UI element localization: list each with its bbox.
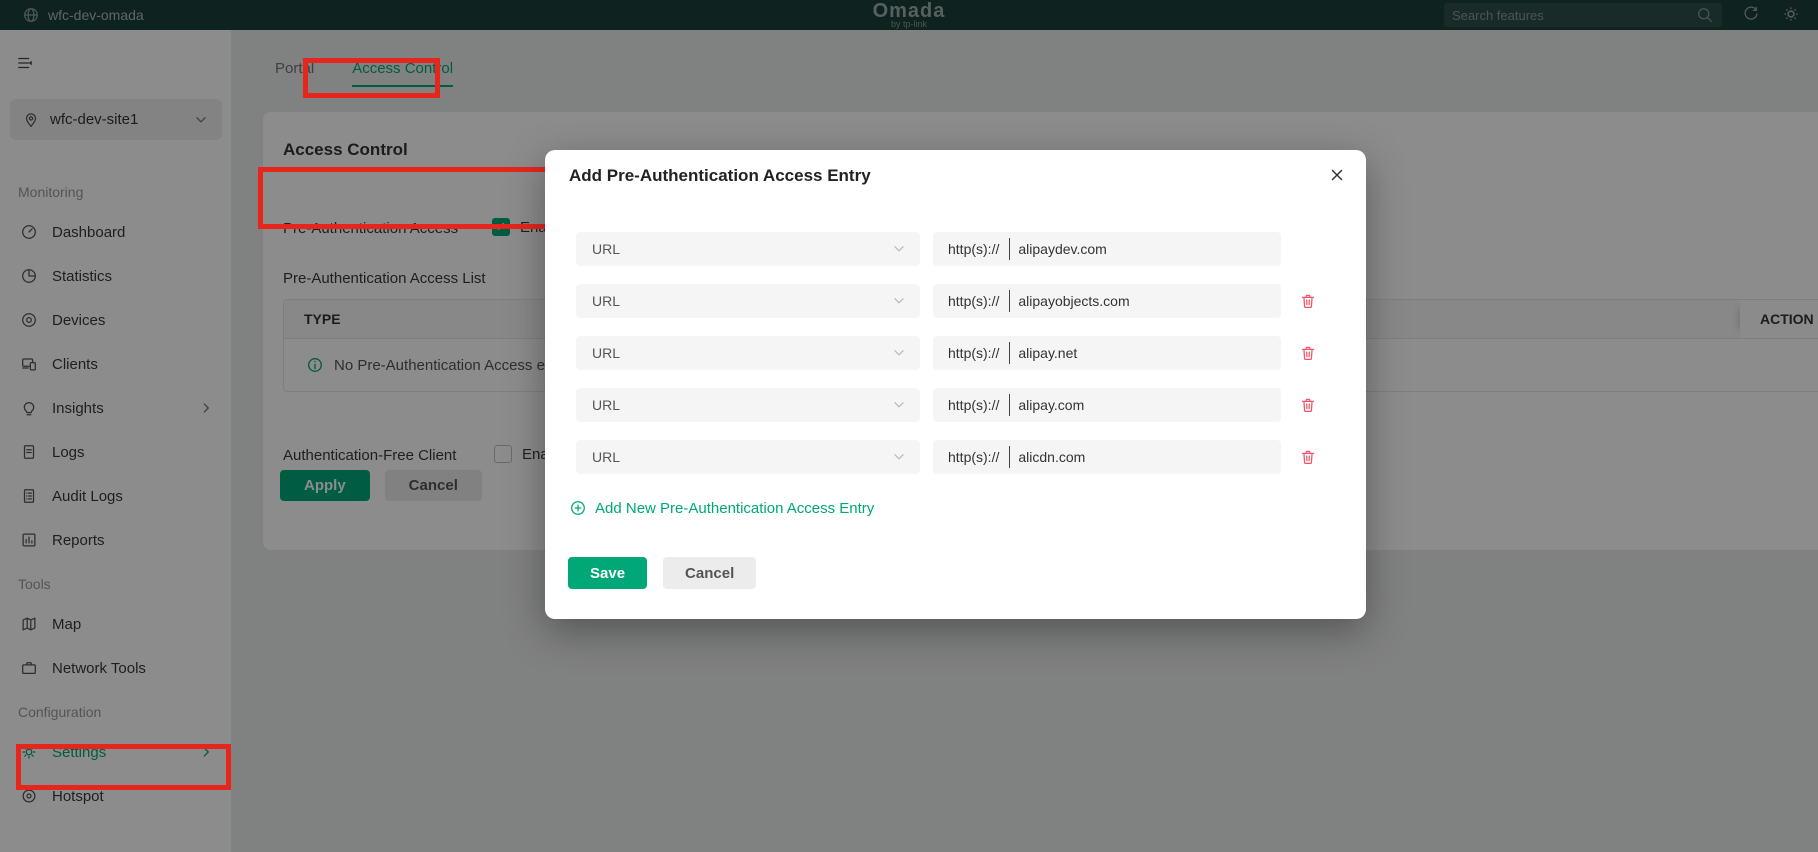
entry-type-value: URL: [592, 241, 621, 257]
entry-type-select[interactable]: URL: [576, 336, 920, 370]
entry-url-input-group: http(s)://: [933, 284, 1281, 318]
entry-type-select[interactable]: URL: [576, 388, 920, 422]
entry-row: URL http(s)://: [576, 388, 1317, 422]
delete-entry-icon[interactable]: [1299, 448, 1317, 466]
entry-type-value: URL: [592, 397, 621, 413]
chevron-down-icon: [890, 448, 908, 466]
url-prefix: http(s)://: [948, 345, 1000, 361]
entry-row: URL http(s)://: [576, 232, 1281, 266]
dialog-title: Add Pre-Authentication Access Entry: [569, 166, 871, 185]
entry-row: URL http(s)://: [576, 440, 1317, 474]
entry-type-value: URL: [592, 449, 621, 465]
entry-type-select[interactable]: URL: [576, 440, 920, 474]
input-divider: [1009, 394, 1011, 416]
entry-type-select[interactable]: URL: [576, 232, 920, 266]
annotation-box-settings: [16, 744, 231, 790]
entry-url-input[interactable]: [1018, 241, 1281, 257]
dialog-cancel-button[interactable]: Cancel: [663, 557, 757, 589]
entry-url-input-group: http(s)://: [933, 232, 1281, 266]
url-prefix: http(s)://: [948, 241, 1000, 257]
add-new-entry-link[interactable]: Add New Pre-Authentication Access Entry: [569, 499, 874, 517]
entry-url-input[interactable]: [1018, 345, 1281, 361]
entry-url-input-group: http(s)://: [933, 336, 1281, 370]
input-divider: [1009, 446, 1011, 468]
entry-type-value: URL: [592, 293, 621, 309]
annotation-box-access-control-tab: [303, 58, 440, 98]
save-button[interactable]: Save: [568, 557, 648, 589]
delete-entry-icon[interactable]: [1299, 396, 1317, 414]
entry-row: URL http(s)://: [576, 336, 1317, 370]
delete-entry-icon[interactable]: [1299, 292, 1317, 310]
annotation-box-pre-auth-access: [258, 167, 558, 229]
url-prefix: http(s)://: [948, 449, 1000, 465]
chevron-down-icon: [890, 344, 908, 362]
chevron-down-icon: [890, 240, 908, 258]
chevron-down-icon: [890, 292, 908, 310]
entry-type-value: URL: [592, 345, 621, 361]
input-divider: [1009, 290, 1011, 312]
entry-url-input[interactable]: [1018, 293, 1281, 309]
close-icon[interactable]: [1328, 166, 1346, 184]
entry-url-input[interactable]: [1018, 397, 1281, 413]
entry-type-select[interactable]: URL: [576, 284, 920, 318]
entry-url-input-group: http(s)://: [933, 440, 1281, 474]
entry-url-input[interactable]: [1018, 449, 1281, 465]
entry-row: URL http(s)://: [576, 284, 1317, 318]
add-pre-auth-entry-dialog: Add Pre-Authentication Access Entry URL h…: [545, 150, 1366, 619]
delete-entry-icon[interactable]: [1299, 344, 1317, 362]
input-divider: [1009, 238, 1011, 260]
add-new-entry-label: Add New Pre-Authentication Access Entry: [595, 499, 875, 517]
entry-url-input-group: http(s)://: [933, 388, 1281, 422]
chevron-down-icon: [890, 396, 908, 414]
url-prefix: http(s)://: [948, 293, 1000, 309]
plus-circle-icon: [569, 499, 587, 517]
input-divider: [1009, 342, 1011, 364]
url-prefix: http(s)://: [948, 397, 1000, 413]
